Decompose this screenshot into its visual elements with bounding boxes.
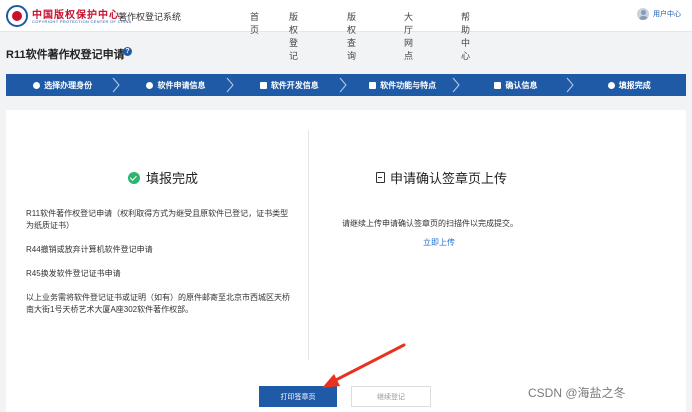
nav-home[interactable]: 首页: [250, 10, 259, 36]
table-icon: [259, 81, 267, 89]
upload-description: 请继续上传申请确认签章页的扫描件以完成提交。: [342, 219, 518, 228]
step-label: 软件申请信息: [157, 80, 206, 90]
person-icon: [33, 81, 41, 89]
upload-now-link[interactable]: 立即上传: [423, 237, 455, 248]
step-label: 填报完成: [618, 80, 651, 90]
step-label: 确认信息: [505, 80, 538, 90]
upload-heading: 申请确认签章页上传: [376, 168, 507, 187]
check-circle-icon: [607, 81, 615, 89]
note-item: 以上业务需将软件登记证书或证明（如有）的原件邮寄至北京市西城区天桥南大街1号天桥…: [26, 293, 290, 314]
nav-service-halls[interactable]: 大厅网点: [404, 10, 413, 62]
document-icon: [494, 81, 502, 89]
step-select-identity: 选择办理身份: [6, 74, 120, 96]
system-name: 著作权登记系统: [118, 12, 182, 22]
page-title: R11软件著作权登记申请: [6, 49, 125, 61]
document-icon: [376, 172, 385, 183]
upload-title: 申请确认签章页上传: [390, 171, 508, 186]
step-confirm-info: 确认信息: [459, 74, 574, 96]
panel-divider: [308, 130, 309, 360]
completion-heading: 填报完成: [128, 168, 198, 187]
help-icon[interactable]: ?: [123, 47, 132, 56]
user-avatar-icon: [637, 8, 649, 20]
print-signature-page-button[interactable]: 打印签章页: [259, 386, 337, 407]
progress-steps: 选择办理身份 软件申请信息 软件开发信息 软件功能与特点 确认信息 填报完成: [6, 74, 686, 96]
result-card: 填报完成 R11软件著作权登记申请（权利取得方式为继受且原软件已登记，证书类型为…: [6, 110, 686, 412]
note-item: R45换发软件登记证书申请: [26, 269, 121, 278]
user-center-label: 用户中心: [653, 11, 681, 18]
completion-title: 填报完成: [146, 171, 199, 186]
logo-icon[interactable]: [6, 5, 28, 27]
step-software-features: 软件功能与特点: [346, 74, 460, 96]
step-software-development-info: 软件开发信息: [233, 74, 347, 96]
note-item: R44撤销或放弃计算机软件登记申请: [26, 245, 153, 254]
step-label: 选择办理身份: [44, 80, 93, 90]
watermark: CSDN @海盐之冬: [528, 386, 626, 400]
step-label: 软件开发信息: [270, 80, 319, 90]
note-item: R11软件著作权登记申请（权利取得方式为继受且原软件已登记，证书类型为纸质证书）: [26, 209, 289, 230]
location-icon: [146, 81, 154, 89]
step-software-application-info: 软件申请信息: [119, 74, 234, 96]
nav-copyright-query[interactable]: 版权查询: [347, 10, 356, 62]
nav-help-center[interactable]: 帮助中心: [461, 10, 470, 62]
top-navbar: 中国版权保护中心 COPYRIGHT PROTECTION CENTER OF …: [0, 0, 692, 61]
step-completed: 填报完成: [573, 74, 686, 96]
step-label: 软件功能与特点: [380, 80, 437, 90]
document-icon: [369, 81, 377, 89]
check-circle-icon: [128, 171, 140, 184]
user-center[interactable]: 用户中心: [637, 8, 681, 20]
brand-name-en: COPYRIGHT PROTECTION CENTER OF CHINA: [32, 19, 132, 24]
completion-notes: R11软件著作权登记申请（权利取得方式为继受且原软件已登记，证书类型为纸质证书）…: [26, 208, 296, 328]
continue-registration-button[interactable]: 继续登记: [351, 386, 431, 407]
nav-copyright-registration[interactable]: 版权登记: [289, 10, 298, 62]
